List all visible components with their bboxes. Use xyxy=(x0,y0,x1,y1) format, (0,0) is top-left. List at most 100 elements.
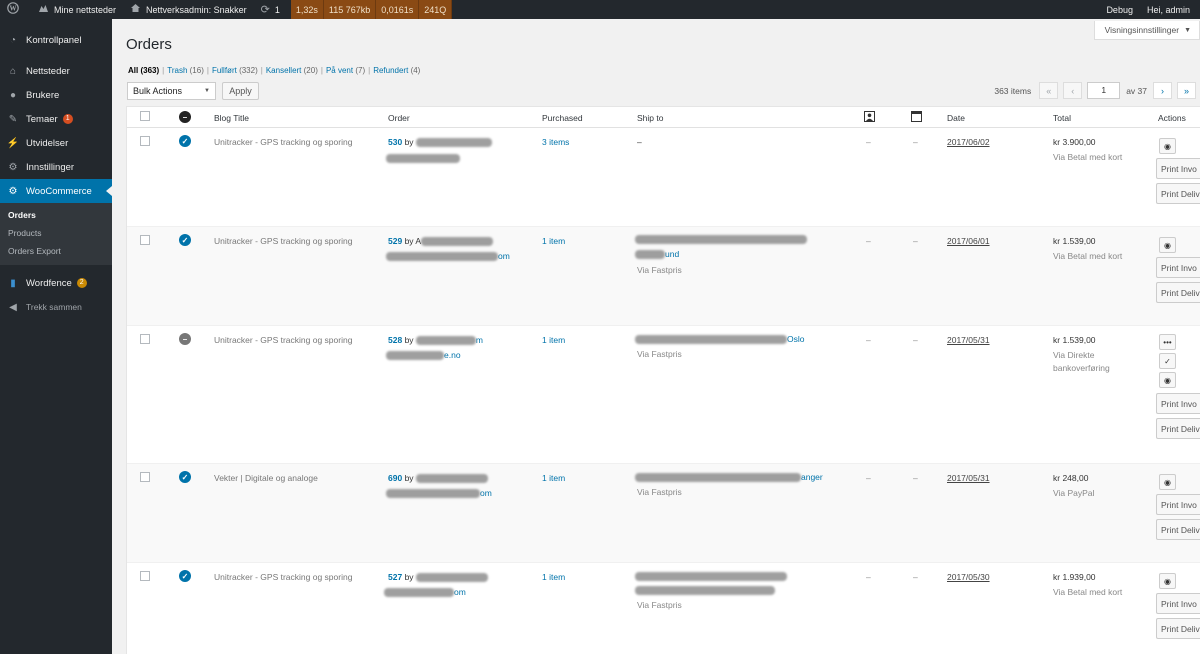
column-total[interactable]: Total xyxy=(1053,113,1071,123)
order-notes-icon[interactable] xyxy=(911,111,922,124)
first-page-button[interactable]: « xyxy=(1039,82,1059,99)
shipping-method: Via Fastpris xyxy=(637,349,682,359)
filter-on-hold[interactable]: På vent (7) xyxy=(326,66,365,75)
submenu-item-orders[interactable]: Orders xyxy=(0,206,112,224)
filter-cancelled[interactable]: Kansellert (20) xyxy=(266,66,318,75)
filter-trash[interactable]: Trash (16) xyxy=(167,66,204,75)
current-page-input[interactable]: 1 xyxy=(1087,82,1121,99)
purchased-items[interactable]: 1 item xyxy=(542,236,565,246)
print-invoice-button[interactable]: Print Invo xyxy=(1156,494,1200,515)
print-delivery-button[interactable]: Print Deliv xyxy=(1156,618,1200,639)
column-date[interactable]: Date xyxy=(947,113,965,123)
column-ship-to[interactable]: Ship to xyxy=(637,113,663,123)
refresh-icon: ⟳ xyxy=(260,4,270,16)
updates-menu[interactable]: ⟳ 1 xyxy=(254,0,287,19)
prev-page-button[interactable]: ‹ xyxy=(1063,82,1083,99)
view-order-button[interactable]: ◉ xyxy=(1159,372,1176,388)
bulk-actions-select[interactable]: Bulk Actions ▼ xyxy=(127,82,216,100)
print-delivery-button[interactable]: Print Deliv xyxy=(1156,282,1200,303)
sidebar-item-dashboard[interactable]: ◔ Kontrollpanel xyxy=(0,28,112,52)
column-order[interactable]: Order xyxy=(388,113,410,123)
view-order-button[interactable]: ◉ xyxy=(1159,237,1176,253)
network-admin-menu[interactable]: Nettverksadmin: Snakker xyxy=(123,0,254,19)
query-monitor-perf[interactable]: 1,32s 115 767kb 0,0161s 241Q xyxy=(290,0,453,19)
sidebar-item-woocommerce[interactable]: ⚙ WooCommerce xyxy=(0,179,112,203)
customer-email[interactable]: om xyxy=(386,251,510,262)
order-link[interactable]: 528 by m xyxy=(388,335,483,346)
next-page-button[interactable]: › xyxy=(1153,82,1172,99)
row-checkbox[interactable] xyxy=(140,571,150,581)
my-sites-menu[interactable]: Mine nettsteder xyxy=(31,0,123,19)
order-total: kr 248,00 xyxy=(1053,473,1089,483)
column-purchased[interactable]: Purchased xyxy=(542,113,583,123)
sidebar-item-sites[interactable]: ⌂ Nettsteder xyxy=(0,59,112,83)
customer-email[interactable]: e.no xyxy=(386,350,461,361)
ship-to-city[interactable] xyxy=(635,585,775,596)
complete-order-button[interactable]: ✓ xyxy=(1159,353,1176,369)
chevron-down-icon: ▼ xyxy=(1184,26,1191,34)
order-link[interactable]: 529 by A xyxy=(388,236,494,247)
apply-button[interactable]: Apply xyxy=(222,82,259,100)
customer-message: – xyxy=(866,137,871,147)
ship-to-address[interactable]: anger xyxy=(635,472,823,483)
view-order-button[interactable]: ◉ xyxy=(1159,138,1176,154)
purchased-items[interactable]: 1 item xyxy=(542,473,565,483)
select-all-checkbox[interactable] xyxy=(140,111,150,121)
order-link[interactable]: 530 by xyxy=(388,137,492,148)
order-link[interactable]: 527 by xyxy=(388,572,488,583)
table-row: ✓ Unitracker - GPS tracking og sporing 5… xyxy=(127,563,1200,654)
order-date: 2017/05/31 xyxy=(947,473,990,483)
sidebar-item-settings[interactable]: ⚙ Innstillinger xyxy=(0,155,112,179)
view-order-button[interactable]: ◉ xyxy=(1159,573,1176,589)
sidebar-item-label: Kontrollpanel xyxy=(26,34,82,46)
sidebar-item-label: Utvidelser xyxy=(26,137,69,149)
eye-icon: ◉ xyxy=(1164,375,1171,385)
last-page-button[interactable]: » xyxy=(1177,82,1196,99)
column-blog-title[interactable]: Blog Title xyxy=(214,113,249,123)
column-actions: Actions xyxy=(1158,113,1186,123)
account-menu[interactable]: Hei, admin xyxy=(1140,0,1200,19)
sidebar-item-themes[interactable]: ✎ Temaer 1 xyxy=(0,107,112,131)
purchased-items[interactable]: 1 item xyxy=(542,572,565,582)
print-delivery-button[interactable]: Print Deliv xyxy=(1156,519,1200,540)
customer-email[interactable] xyxy=(386,153,460,164)
row-checkbox[interactable] xyxy=(140,472,150,482)
filter-all[interactable]: All (363) xyxy=(128,66,159,75)
row-checkbox[interactable] xyxy=(140,235,150,245)
print-invoice-button[interactable]: Print Invo xyxy=(1156,257,1200,278)
order-by: by xyxy=(404,473,414,483)
sidebar-item-wordfence[interactable]: ▮ Wordfence 2 xyxy=(0,271,112,295)
status-column-header[interactable]: – xyxy=(179,111,191,123)
wp-logo-menu[interactable]: W xyxy=(0,0,31,19)
print-delivery-button[interactable]: Print Deliv xyxy=(1156,418,1200,439)
sidebar-item-plugins[interactable]: ⚡ Utvidelser xyxy=(0,131,112,155)
customer-message-icon[interactable] xyxy=(864,111,875,124)
customer-email[interactable]: om xyxy=(386,488,492,499)
submenu-item-products[interactable]: Products xyxy=(0,224,112,242)
order-link[interactable]: 690 by xyxy=(388,473,488,484)
debug-menu[interactable]: Debug xyxy=(1099,0,1140,19)
print-invoice-button[interactable]: Print Invo xyxy=(1156,393,1200,414)
print-invoice-button[interactable]: Print Invo xyxy=(1156,158,1200,179)
purchased-items[interactable]: 3 items xyxy=(542,137,569,147)
submenu-item-orders-export[interactable]: Orders Export xyxy=(0,242,112,260)
collapse-menu-button[interactable]: ◀ Trekk sammen xyxy=(0,295,112,319)
ship-to-address[interactable] xyxy=(635,234,807,245)
processing-button[interactable]: ••• xyxy=(1159,334,1176,350)
ship-to-address[interactable] xyxy=(635,571,787,582)
sidebar-item-users[interactable]: ● Brukere xyxy=(0,83,112,107)
row-checkbox[interactable] xyxy=(140,136,150,146)
users-icon: ● xyxy=(9,89,17,101)
filter-completed[interactable]: Fullført (332) xyxy=(212,66,258,75)
eye-icon: ◉ xyxy=(1164,477,1171,487)
ship-to-address[interactable]: Oslo xyxy=(635,334,804,345)
screen-options-button[interactable]: Visningsinnstillinger ▼ xyxy=(1093,21,1200,40)
row-checkbox[interactable] xyxy=(140,334,150,344)
view-order-button[interactable]: ◉ xyxy=(1159,474,1176,490)
filter-refunded[interactable]: Refundert (4) xyxy=(373,66,420,75)
customer-email[interactable]: om xyxy=(384,587,466,598)
ship-to-city[interactable]: und xyxy=(635,249,679,260)
purchased-items[interactable]: 1 item xyxy=(542,335,565,345)
print-delivery-button[interactable]: Print Deliv xyxy=(1156,183,1200,204)
print-invoice-button[interactable]: Print Invo xyxy=(1156,593,1200,614)
